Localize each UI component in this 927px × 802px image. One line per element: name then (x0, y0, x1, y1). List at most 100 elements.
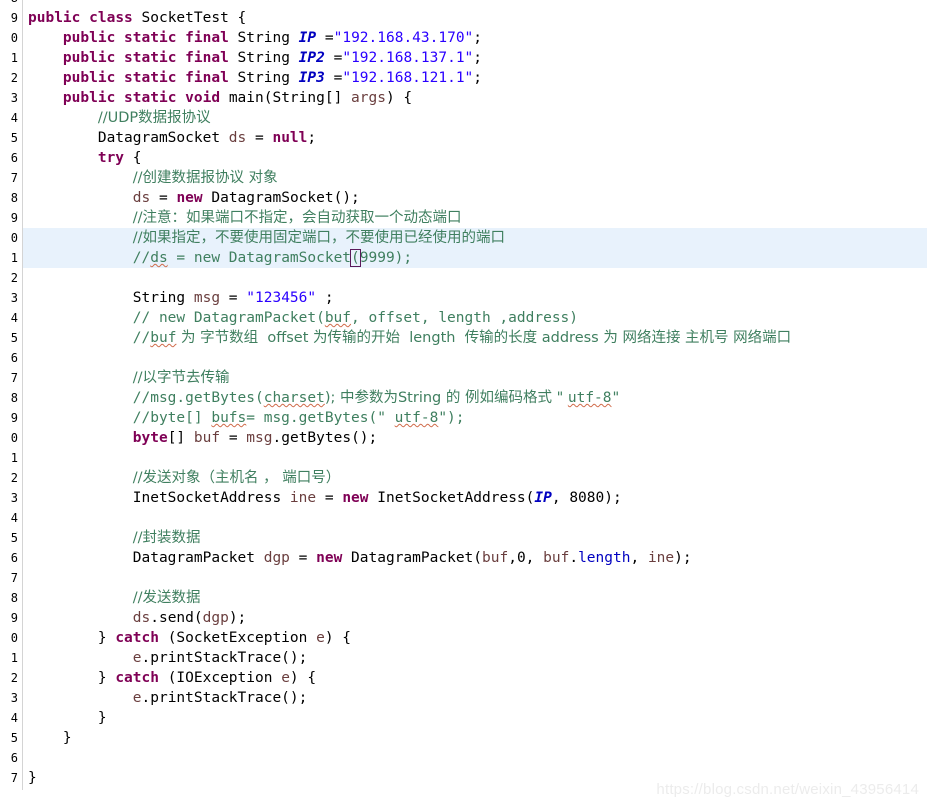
line-number[interactable]: 8 (0, 0, 22, 8)
line-number-gutter[interactable]: 8 9 0 1 2 3 4 5 6 7 8 9 0 1 2 3 4 5 6 7 8 9 0 1 2 3 4 5 6 7 8 9 0 1 2 3 4 5 6 7… (0, 0, 23, 790)
line-number[interactable]: 5 (0, 128, 22, 148)
line-number[interactable]: 4 (0, 308, 22, 328)
line-number[interactable]: 9 (0, 208, 22, 228)
code-line[interactable] (23, 268, 927, 288)
code-line[interactable]: //注意：如果端口不指定，会自动获取一个动态端口 (23, 208, 927, 228)
code-line[interactable]: public static final String IP3 ="192.168… (23, 68, 927, 88)
line-number[interactable]: 3 (0, 288, 22, 308)
line-number[interactable]: 7 (0, 568, 22, 588)
line-number[interactable]: 4 (0, 108, 22, 128)
line-number[interactable]: 9 (0, 608, 22, 628)
line-number[interactable]: 5 (0, 328, 22, 348)
code-line[interactable] (23, 568, 927, 588)
line-number[interactable]: 2 (0, 268, 22, 288)
code-token: final (185, 30, 229, 46)
code-token: .getBytes(); (272, 430, 378, 446)
code-line[interactable] (23, 508, 927, 528)
code-line[interactable]: // new DatagramPacket(buf, offset, lengt… (23, 308, 927, 328)
line-number[interactable]: 2 (0, 468, 22, 488)
code-line[interactable]: DatagramPacket dgp = new DatagramPacket(… (23, 548, 927, 568)
code-line[interactable]: e.printStackTrace(); (23, 688, 927, 708)
line-number[interactable]: 7 (0, 768, 22, 788)
code-line[interactable]: //发送对象（主机名 ， 端口号） (23, 468, 927, 488)
line-number-label: 5 (10, 131, 18, 145)
line-number-label: 1 (10, 451, 18, 465)
code-token: .printStackTrace(); (141, 650, 308, 666)
code-token: .printStackTrace(); (141, 690, 308, 706)
line-number[interactable]: 3 (0, 688, 22, 708)
code-line[interactable]: //发送数据 (23, 588, 927, 608)
line-number[interactable]: 1 (0, 648, 22, 668)
line-number[interactable]: 2 (0, 668, 22, 688)
line-number[interactable]: 9 (0, 408, 22, 428)
code-line[interactable]: //byte[] bufs= msg.getBytes(" utf-8"); (23, 408, 927, 428)
line-number[interactable]: 8 (0, 788, 22, 790)
code-line[interactable]: //封装数据 (23, 528, 927, 548)
line-number[interactable]: 8 (0, 188, 22, 208)
line-number[interactable]: 3 (0, 488, 22, 508)
line-number[interactable]: 4 (0, 708, 22, 728)
code-line[interactable]: DatagramSocket ds = null; (23, 128, 927, 148)
code-line[interactable]: byte[] buf = msg.getBytes(); (23, 428, 927, 448)
line-number[interactable]: 0 (0, 428, 22, 448)
code-line[interactable]: } catch (SocketException e) { (23, 628, 927, 648)
line-number[interactable]: 0 (0, 628, 22, 648)
code-line[interactable]: public static final String IP ="192.168.… (23, 28, 927, 48)
code-token: ds (132, 190, 151, 206)
line-number[interactable]: 3 (0, 88, 22, 108)
code-line[interactable]: public static final String IP2 ="192.168… (23, 48, 927, 68)
code-line[interactable] (23, 748, 927, 768)
code-editor[interactable]: 8 9 0 1 2 3 4 5 6 7 8 9 0 1 2 3 4 5 6 7 8 9 0 1 2 3 4 5 6 7 8 9 0 1 2 3 4 5 6 7… (0, 0, 927, 802)
line-number-label: 8 (10, 391, 18, 405)
line-number[interactable]: 1 (0, 248, 22, 268)
line-number[interactable]: 5 (0, 728, 22, 748)
line-number-label: 9 (10, 211, 18, 225)
line-number[interactable]: 1 (0, 448, 22, 468)
code-line[interactable]: ds.send(dgp); (23, 608, 927, 628)
line-number[interactable]: 5 (0, 528, 22, 548)
line-number[interactable]: 6 (0, 748, 22, 768)
code-token: "192.168.121.1" (342, 70, 474, 86)
line-number[interactable]: 4 (0, 508, 22, 528)
line-number[interactable]: 7 (0, 168, 22, 188)
line-number[interactable]: 6 (0, 148, 22, 168)
code-line[interactable] (23, 0, 927, 8)
code-line[interactable]: //ds = new DatagramSocket(9999); (23, 248, 927, 268)
line-number[interactable]: 6 (0, 348, 22, 368)
code-line[interactable]: //创建数据报协议 对象 (23, 168, 927, 188)
code-content[interactable]: public class SocketTest { public static … (23, 0, 927, 790)
code-token: utf-8 (567, 390, 612, 406)
code-line[interactable]: } (23, 728, 927, 748)
code-line[interactable]: InetSocketAddress ine = new InetSocketAd… (23, 488, 927, 508)
code-token: } (28, 770, 37, 786)
line-number[interactable]: 7 (0, 368, 22, 388)
line-number[interactable]: 9 (0, 8, 22, 28)
code-line[interactable]: //如果指定，不要使用固定端口，不要使用已经使用的端口 (23, 228, 927, 248)
code-line[interactable]: try { (23, 148, 927, 168)
line-number[interactable]: 0 (0, 28, 22, 48)
code-line[interactable]: } catch (IOException e) { (23, 668, 927, 688)
line-number[interactable]: 8 (0, 388, 22, 408)
code-line[interactable]: e.printStackTrace(); (23, 648, 927, 668)
code-line[interactable]: ds = new DatagramSocket(); (23, 188, 927, 208)
code-line[interactable] (23, 348, 927, 368)
line-number[interactable]: 2 (0, 68, 22, 88)
line-number[interactable]: 6 (0, 548, 22, 568)
code-line[interactable] (23, 448, 927, 468)
code-line[interactable]: } (23, 708, 927, 728)
code-line[interactable]: public static void main(String[] args) { (23, 88, 927, 108)
line-number[interactable]: 8 (0, 588, 22, 608)
code-line[interactable]: String msg = "123456" ; (23, 288, 927, 308)
code-line[interactable]: public class SocketTest { (23, 8, 927, 28)
code-line[interactable]: //msg.getBytes(charset); 中参数为String 的 例如… (23, 388, 927, 408)
code-line[interactable]: //buf 为 字节数组 offset 为传输的开始 length 传输的长度 … (23, 328, 927, 348)
code-line[interactable]: //UDP数据报协议 (23, 108, 927, 128)
code-line[interactable]: //以字节去传输 (23, 368, 927, 388)
watermark-text: https://blog.csdn.net/weixin_43956414 (656, 781, 919, 798)
line-number[interactable]: 1 (0, 48, 22, 68)
line-number-label: 7 (10, 171, 18, 185)
line-number[interactable]: 0 (0, 228, 22, 248)
